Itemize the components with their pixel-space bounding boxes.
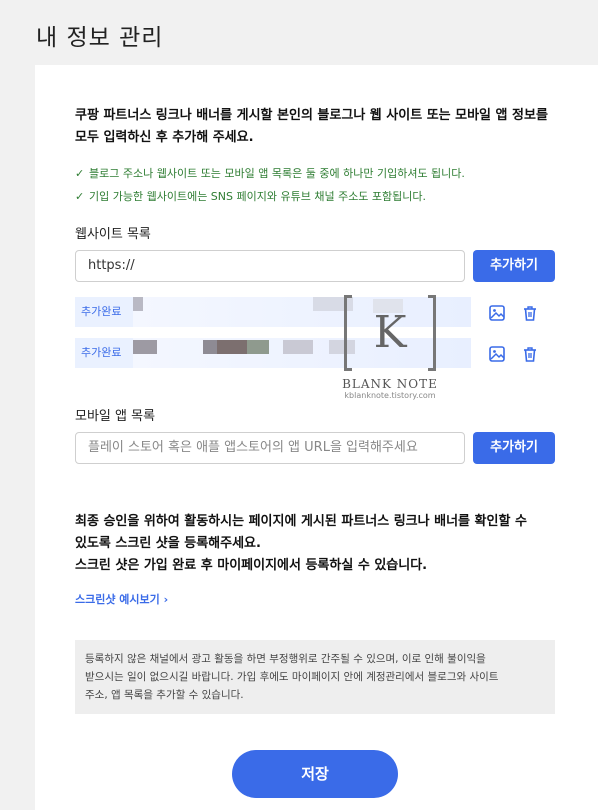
added-tag: 추가완료 bbox=[75, 338, 133, 368]
check-item: ✓ 기입 가능한 웹사이트에는 SNS 페이지와 유튜브 채널 주소도 포함됩니다… bbox=[75, 190, 427, 203]
website-url-input[interactable]: https:// bbox=[75, 250, 465, 282]
intro-text: 쿠팡 파트너스 링크나 배너를 게시할 본인의 블로그나 웹 사이트 또는 모바… bbox=[75, 108, 548, 145]
trash-icon[interactable] bbox=[521, 304, 539, 322]
info-box: 등록하지 않은 채널에서 광고 활동을 하면 부정행위로 간주될 수 있으며, … bbox=[75, 640, 555, 714]
watermark-url: kblanknote.tistory.com bbox=[344, 391, 436, 400]
screenshot-notice: 최종 승인을 위하여 활동하시는 페이지에 게시된 파트너스 링크나 배너를 확… bbox=[75, 514, 527, 573]
check-item: ✓ 블로그 주소나 웹사이트 또는 모바일 앱 목록은 둘 중에 하나만 기입하셔… bbox=[75, 167, 465, 180]
check-icon: ✓ bbox=[75, 190, 85, 203]
watermark-letter: K bbox=[373, 307, 407, 358]
profile-card: 쿠팡 파트너스 링크나 배너를 게시할 본인의 블로그나 웹 사이트 또는 모바… bbox=[35, 65, 598, 810]
added-tag: 추가완료 bbox=[75, 297, 133, 327]
image-icon[interactable] bbox=[488, 345, 506, 363]
watermark: K BLANK NOTE kblanknote.tistory.com bbox=[330, 295, 450, 400]
mobile-list-label: 모바일 앱 목록 bbox=[75, 409, 156, 424]
add-mobile-button[interactable]: 추가하기 bbox=[473, 432, 555, 464]
image-icon[interactable] bbox=[488, 304, 506, 322]
trash-icon[interactable] bbox=[521, 345, 539, 363]
watermark-name: BLANK NOTE bbox=[342, 377, 438, 391]
check-icon: ✓ bbox=[75, 167, 85, 180]
save-button[interactable]: 저장 bbox=[232, 750, 398, 798]
add-website-button[interactable]: 추가하기 bbox=[473, 250, 555, 282]
website-list-label: 웹사이트 목록 bbox=[75, 227, 151, 242]
mobile-url-input[interactable]: 플레이 스토어 혹은 애플 앱스토어의 앱 URL을 입력해주세요 bbox=[75, 432, 465, 464]
page-title: 내 정보 관리 bbox=[36, 25, 164, 51]
screenshot-preview-link[interactable]: 스크린샷 예시보기 › bbox=[75, 591, 168, 607]
